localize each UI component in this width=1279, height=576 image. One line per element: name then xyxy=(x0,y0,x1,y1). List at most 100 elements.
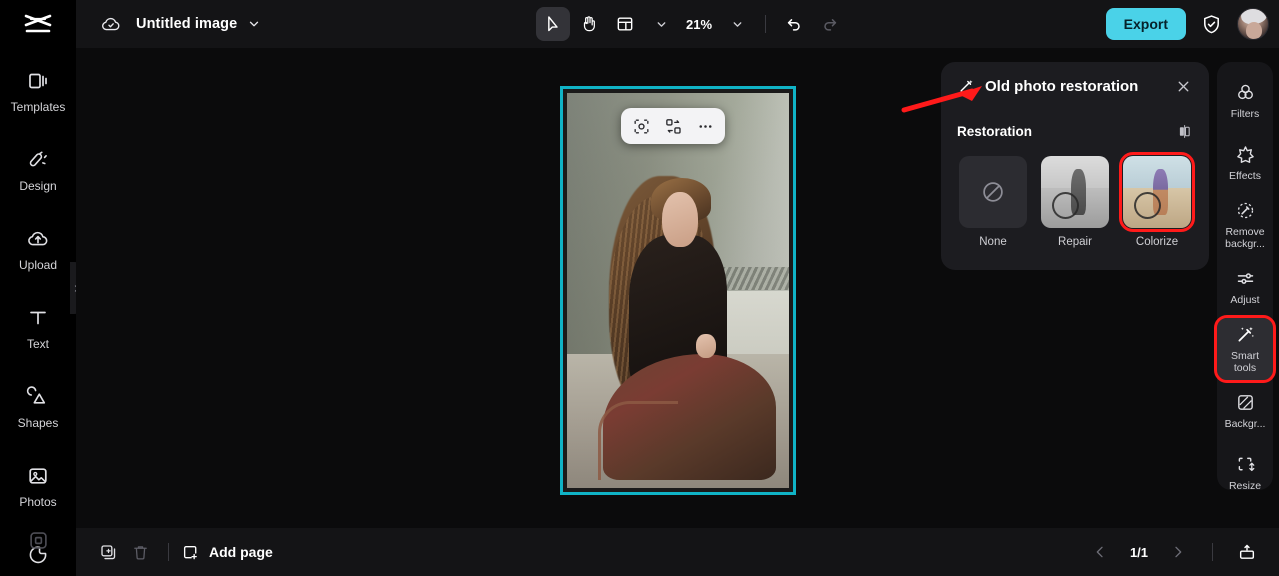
sidebar-item-label: Templates xyxy=(10,100,66,114)
dock-item-effects[interactable]: Effects xyxy=(1217,132,1273,194)
background-icon xyxy=(1237,395,1253,410)
sidebar-item-design[interactable]: Design xyxy=(0,131,76,210)
document-title[interactable]: Untitled image xyxy=(136,16,237,32)
before-after-compare-icon xyxy=(1179,124,1190,138)
present-button[interactable] xyxy=(1231,536,1263,568)
redo-button[interactable] xyxy=(813,7,847,41)
option-label: None xyxy=(979,236,1007,248)
restoration-options: None Repair Colorize xyxy=(941,144,1209,248)
restoration-option-none[interactable]: None xyxy=(959,156,1027,248)
undo-button[interactable] xyxy=(777,7,811,41)
right-tool-dock: Filters Effects Remove backgr... Adjust xyxy=(1214,62,1276,492)
document-menu-caret[interactable] xyxy=(247,17,261,31)
panel-header: Old photo restoration xyxy=(941,62,1209,110)
option-label: Colorize xyxy=(1135,236,1179,248)
compare-button[interactable] xyxy=(1176,123,1193,140)
dock-item-smart-tools[interactable]: Smart tools xyxy=(1214,315,1276,383)
sidebar-bottom-app-button[interactable] xyxy=(0,529,76,552)
replace-image-button[interactable] xyxy=(659,112,687,140)
shield-check-icon xyxy=(1204,14,1219,33)
restoration-option-colorize[interactable]: Colorize xyxy=(1119,152,1195,248)
duplicate-page-icon xyxy=(100,544,115,559)
design-icon xyxy=(29,151,47,167)
bottom-divider-2 xyxy=(1212,543,1213,561)
layout-caret-button[interactable] xyxy=(644,7,678,41)
redo-icon xyxy=(824,19,837,31)
select-tool-button[interactable] xyxy=(536,7,570,41)
shield-button[interactable] xyxy=(1200,13,1223,36)
page-navigation: 1/1 xyxy=(1084,536,1263,568)
more-options-button[interactable] xyxy=(691,112,719,140)
sidebar-item-label: Text xyxy=(26,337,49,351)
dock-item-filters[interactable]: Filters xyxy=(1217,70,1273,132)
templates-icon xyxy=(29,73,47,89)
shapes-icon xyxy=(26,386,46,404)
sidebar-item-photos[interactable]: Photos xyxy=(0,447,76,526)
panel-close-button[interactable] xyxy=(1171,74,1195,98)
sidebar-item-upload[interactable]: Upload xyxy=(0,210,76,289)
sidebar-item-label: Design xyxy=(19,179,57,193)
more-horizontal-icon xyxy=(698,124,712,128)
chevron-down-icon xyxy=(657,21,665,27)
dock-item-adjust[interactable]: Adjust xyxy=(1217,256,1273,318)
dock-item-background[interactable]: Backgr... xyxy=(1217,380,1273,442)
duplicate-page-button[interactable] xyxy=(92,536,124,568)
artboard-page-1[interactable] xyxy=(560,86,796,495)
restoration-option-repair[interactable]: Repair xyxy=(1041,156,1109,248)
dock-item-label: Smart tools xyxy=(1230,349,1259,374)
sidebar-item-text[interactable]: Text xyxy=(0,289,76,368)
resize-icon xyxy=(1238,457,1254,472)
canvas-tools: 21% xyxy=(536,7,847,41)
cloud-status[interactable] xyxy=(100,13,122,35)
cursor-arrow-icon xyxy=(548,16,558,32)
subject-hand xyxy=(695,333,716,358)
app-logo[interactable] xyxy=(0,0,76,48)
zoom-level[interactable]: 21% xyxy=(680,17,718,32)
app-square-icon xyxy=(29,532,47,549)
dock-item-resize[interactable]: Resize xyxy=(1217,442,1273,504)
sidebar-item-label: Upload xyxy=(18,258,58,272)
bottom-divider xyxy=(168,543,169,561)
top-bar: Untitled image 21% Export xyxy=(0,0,1279,48)
layout-tool-button[interactable] xyxy=(608,7,642,41)
magic-wand-icon xyxy=(960,80,973,92)
cloud-saved-icon xyxy=(102,17,120,31)
prev-page-button[interactable] xyxy=(1084,536,1116,568)
crop-select-button[interactable] xyxy=(627,112,655,140)
option-thumbnail xyxy=(1119,152,1195,232)
dock-item-label: Remove backgr... xyxy=(1225,225,1265,250)
photo-subject xyxy=(567,93,789,488)
hand-tool-button[interactable] xyxy=(572,7,606,41)
dock-item-remove-background[interactable]: Remove backgr... xyxy=(1217,194,1273,256)
sidebar-item-templates[interactable]: Templates xyxy=(0,52,76,131)
chevron-down-icon xyxy=(250,21,259,27)
add-page-label: Add page xyxy=(209,544,273,560)
sidebar-item-shapes[interactable]: Shapes xyxy=(0,368,76,447)
delete-page-button[interactable] xyxy=(124,536,156,568)
restored-photo[interactable] xyxy=(567,93,789,488)
remove-bg-icon xyxy=(1237,202,1253,219)
present-export-icon xyxy=(1239,544,1255,559)
layout-grid-icon xyxy=(617,17,633,31)
capcut-image-editor: Untitled image 21% Export Templates Desi… xyxy=(0,0,1279,576)
bottom-bar: Add page 1/1 xyxy=(76,528,1279,576)
toolbar-divider xyxy=(765,15,767,33)
user-avatar[interactable] xyxy=(1237,8,1269,40)
page-count: 1/1 xyxy=(1129,544,1149,560)
zoom-caret-button[interactable] xyxy=(720,7,754,41)
photos-icon xyxy=(29,468,47,484)
crop-select-icon xyxy=(633,118,649,134)
export-button[interactable]: Export xyxy=(1105,8,1186,40)
option-thumbnail xyxy=(1041,156,1109,228)
add-page-button[interactable]: Add page xyxy=(181,543,273,562)
hand-icon xyxy=(583,16,595,32)
next-page-button[interactable] xyxy=(1162,536,1194,568)
upload-cloud-icon xyxy=(28,231,48,246)
dock-item-label: Resize xyxy=(1228,479,1262,492)
dock-item-label: Effects xyxy=(1229,169,1261,182)
chevron-right-icon xyxy=(1175,546,1182,558)
sidebar-item-label: Shapes xyxy=(17,416,59,430)
text-icon xyxy=(30,311,46,325)
replace-swap-icon xyxy=(665,118,681,134)
adjust-sliders-icon xyxy=(1237,273,1253,284)
